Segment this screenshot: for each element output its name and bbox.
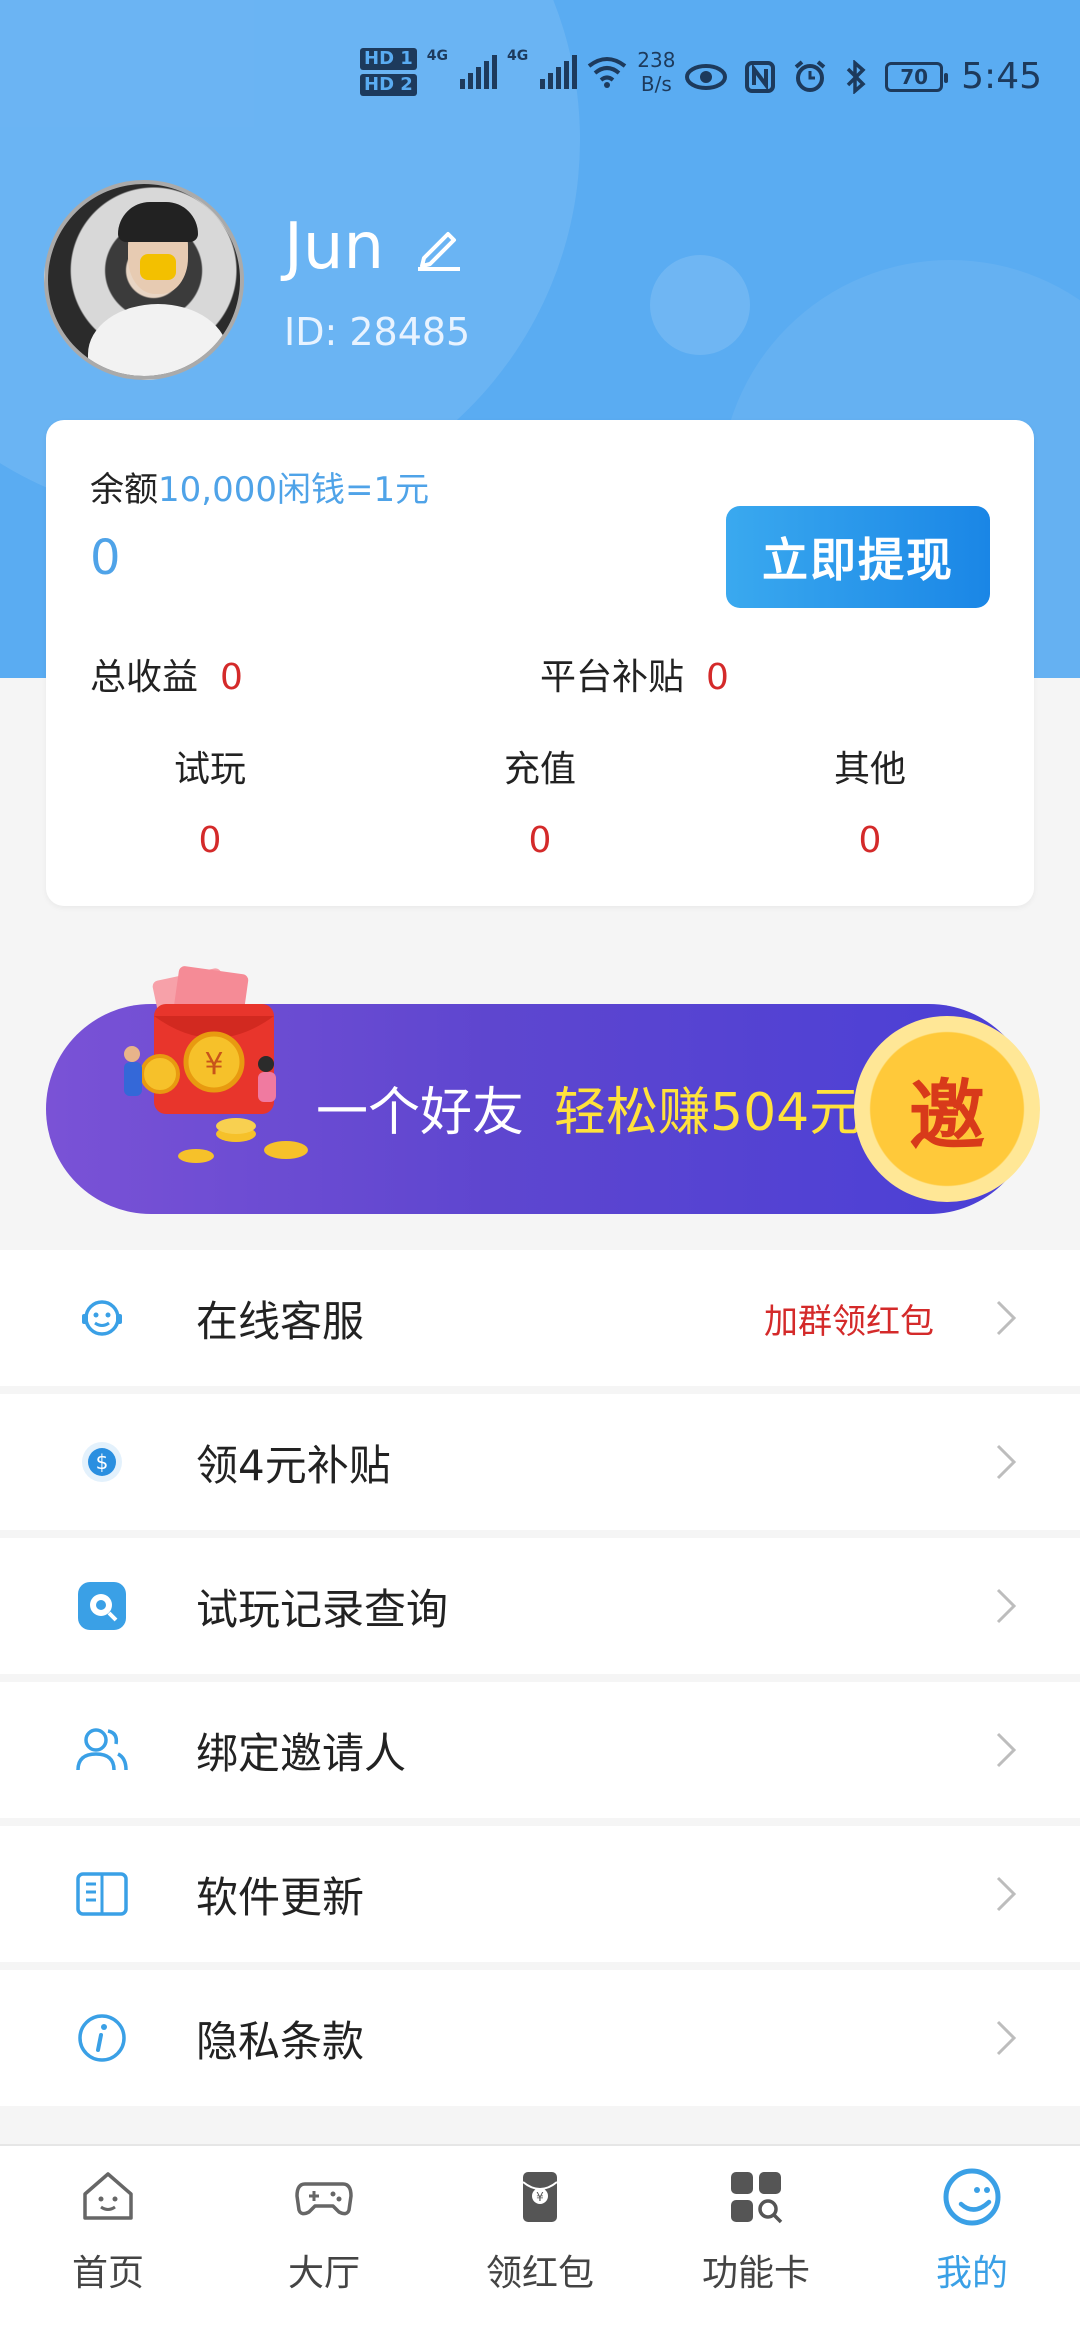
edit-icon[interactable] <box>414 222 464 272</box>
info-icon <box>78 2014 126 2062</box>
tab-function-card[interactable]: 功能卡 <box>676 2166 836 2296</box>
tab-label: 我的 <box>935 2253 1008 2294</box>
speed-value: 238 <box>637 48 676 72</box>
users-icon <box>76 1728 128 1771</box>
gamepad-icon <box>295 2182 353 2216</box>
balance-label: 余额 <box>90 470 158 510</box>
exchange-rate: 10,000闲钱=1元 <box>158 470 430 510</box>
stat-trial-value: 0 <box>198 820 222 861</box>
stat-trial: 试玩 0 <box>110 740 310 861</box>
tab-label: 首页 <box>71 2253 144 2294</box>
invite-banner-main: 一个好友 <box>316 1083 525 1143</box>
bluetooth-icon <box>846 59 866 94</box>
group-red-packet-tip: 加群领红包 <box>764 1301 934 1342</box>
tab-label: 领红包 <box>485 2253 594 2294</box>
menu-item-label: 软件更新 <box>196 1872 365 1922</box>
total-earnings-value: 0 <box>220 657 243 698</box>
platform-subsidy-value: 0 <box>706 657 729 698</box>
battery-icon: 70 <box>885 61 949 92</box>
menu-item-software-update[interactable]: 软件更新 <box>0 1826 1080 1962</box>
nfc-icon <box>745 60 776 93</box>
smile-icon <box>943 2168 1001 2226</box>
chevron-right-icon <box>996 1588 1017 1624</box>
bottom-tab-bar: 首页 大厅 ¥ 领红包 功能卡 我的 <box>0 2144 1080 2340</box>
hd2-label: HD 2 <box>360 74 417 96</box>
alarm-icon <box>794 59 826 92</box>
menu-item-label: 试玩记录查询 <box>196 1584 449 1634</box>
header-bubble <box>650 255 750 355</box>
balance-value: 0 <box>90 530 121 586</box>
svg-text:$: $ <box>96 1450 109 1474</box>
menu-item-label: 在线客服 <box>196 1296 365 1346</box>
chevron-right-icon <box>996 1732 1017 1768</box>
tab-lobby[interactable]: 大厅 <box>244 2166 404 2296</box>
tab-home[interactable]: 首页 <box>28 2166 188 2296</box>
chevron-right-icon <box>996 2020 1017 2056</box>
stat-recharge-value: 0 <box>528 820 552 861</box>
menu-list: 在线客服 加群领红包 $ 领4元补贴 试玩记录查询 绑定邀请人 软件更新 隐私条… <box>0 1250 1080 2114</box>
home-icon <box>83 2172 133 2220</box>
signal-icon <box>460 55 498 89</box>
menu-item-bind-inviter[interactable]: 绑定邀请人 <box>0 1682 1080 1818</box>
status-bar: HD 1 HD 2 4G 4G 238 B/s 70 5:45 <box>0 0 1080 150</box>
user-id: ID: 28485 <box>284 310 471 354</box>
chevron-right-icon <box>996 1444 1017 1480</box>
menu-item-trial-records[interactable]: 试玩记录查询 <box>0 1538 1080 1674</box>
network-type-1: 4G <box>426 48 449 64</box>
book-update-icon <box>76 1872 128 1916</box>
clock: 5:45 <box>961 56 1042 97</box>
speed-unit: B/s <box>640 72 672 96</box>
coin-subsidy-icon: $ <box>82 1442 122 1482</box>
svg-text:¥: ¥ <box>204 1047 223 1082</box>
invite-banner[interactable]: ¥ 一个好友 轻松赚504元 邀 <box>46 966 1040 1214</box>
stat-other-label: 其他 <box>833 749 906 790</box>
signal-icon <box>540 55 578 89</box>
stat-other: 其他 0 <box>770 740 970 861</box>
wifi-icon <box>588 57 627 88</box>
menu-item-label: 领4元补贴 <box>196 1440 391 1490</box>
menu-item-label: 隐私条款 <box>196 2016 365 2066</box>
svg-text:¥: ¥ <box>536 2190 544 2204</box>
menu-item-subsidy[interactable]: $ 领4元补贴 <box>0 1394 1080 1530</box>
avatar[interactable] <box>44 180 244 380</box>
red-packet-illustration: ¥ <box>124 966 308 1163</box>
record-search-icon <box>78 1582 126 1630</box>
tab-label: 功能卡 <box>701 2253 810 2294</box>
tab-label: 大厅 <box>287 2253 360 2294</box>
stat-recharge-label: 充值 <box>503 749 576 790</box>
hd1-label: HD 1 <box>360 48 417 70</box>
grid-search-icon <box>731 2172 783 2224</box>
chevron-right-icon <box>996 1300 1017 1336</box>
network-type-2: 4G <box>507 48 529 64</box>
total-earnings: 总收益 0 <box>90 648 243 700</box>
total-earnings-label: 总收益 <box>90 657 199 698</box>
username-row: Jun <box>284 210 464 284</box>
menu-item-customer-service[interactable]: 在线客服 加群领红包 <box>0 1250 1080 1386</box>
network-speed: 238 B/s <box>637 48 675 96</box>
invite-banner-text: 一个好友 轻松赚504元 <box>316 1070 861 1145</box>
red-packet-icon: ¥ <box>522 2172 558 2222</box>
tab-red-packet[interactable]: ¥ 领红包 <box>460 2166 620 2296</box>
hd-indicator: HD 1 HD 2 <box>360 48 417 96</box>
balance-card: 余额10,000闲钱=1元 0 立即提现 总收益 0 平台补贴 0 试玩 0 充值 … <box>46 420 1034 906</box>
eye-icon <box>685 63 728 90</box>
balance-label-row: 余额10,000闲钱=1元 <box>90 462 429 511</box>
chevron-right-icon <box>996 1876 1017 1912</box>
tab-mine[interactable]: 我的 <box>892 2166 1052 2296</box>
platform-subsidy-label: 平台补贴 <box>540 657 685 698</box>
platform-subsidy: 平台补贴 0 <box>540 648 729 700</box>
stat-other-value: 0 <box>858 820 882 861</box>
menu-item-label: 绑定邀请人 <box>196 1728 407 1778</box>
invite-banner-highlight: 轻松赚504元 <box>554 1083 862 1143</box>
stat-trial-label: 试玩 <box>173 749 246 790</box>
username: Jun <box>284 210 384 284</box>
withdraw-button[interactable]: 立即提现 <box>726 506 990 608</box>
service-face-icon <box>82 1300 122 1336</box>
invite-badge[interactable]: 邀 <box>854 1016 1040 1202</box>
menu-item-privacy-policy[interactable]: 隐私条款 <box>0 1970 1080 2106</box>
stat-recharge: 充值 0 <box>440 740 640 861</box>
